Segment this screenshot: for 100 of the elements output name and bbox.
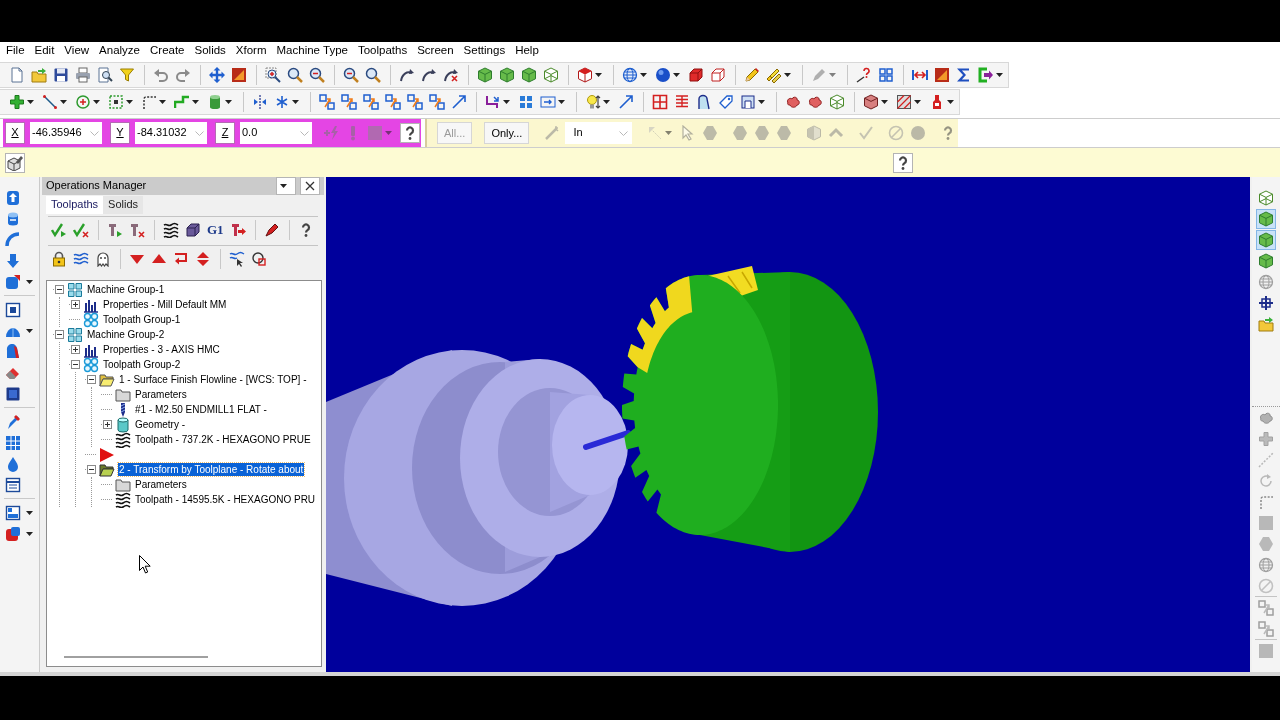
redo-arrow-icon[interactable] <box>175 67 191 83</box>
wireframe-cube-icon[interactable] <box>543 67 559 83</box>
menu-item[interactable]: Toolpaths <box>352 44 413 58</box>
funnel-icon[interactable] <box>119 67 135 83</box>
drop-icon[interactable] <box>5 455 21 472</box>
toolbar-button[interactable]: Only... <box>484 122 530 144</box>
light-bulb-icon[interactable] <box>585 94 601 110</box>
bracket-arrow-icon[interactable] <box>978 67 994 83</box>
box-outline-icon[interactable] <box>710 67 726 83</box>
turn-arrow-icon[interactable] <box>173 251 189 267</box>
wireframe-cube-icon[interactable] <box>829 94 845 110</box>
mode-dropdown[interactable]: In <box>565 122 633 144</box>
padlock-icon[interactable] <box>51 251 67 267</box>
corner-line-icon[interactable] <box>141 94 157 110</box>
diagonal-arrow-icon[interactable] <box>618 94 634 110</box>
tree-item[interactable]: Toolpath - 737.2K - HEXAGONO PRUE <box>134 433 312 446</box>
cube-icon[interactable] <box>1256 208 1276 229</box>
cube-icon[interactable] <box>5 525 21 542</box>
four-arrows-icon[interactable] <box>209 67 225 83</box>
tree-item[interactable]: Properties - Mill Default MM <box>102 298 228 311</box>
globe-icon[interactable] <box>622 67 638 83</box>
caret-icon[interactable] <box>595 73 602 77</box>
help-icon[interactable] <box>893 152 913 173</box>
caret-icon[interactable] <box>914 100 921 104</box>
tree-item[interactable]: #1 - M2.50 ENDMILL1 FLAT - <box>134 403 268 416</box>
caret-icon[interactable] <box>603 100 610 104</box>
help-icon[interactable] <box>400 123 420 143</box>
diagonal-arrow-icon[interactable] <box>451 94 467 110</box>
window-icon[interactable] <box>5 476 21 493</box>
curved-arrow-icon[interactable] <box>399 67 415 83</box>
wireframe-cube-icon[interactable] <box>1258 189 1274 206</box>
caret-icon[interactable] <box>126 100 133 104</box>
menu-item[interactable]: Machine Type <box>271 44 353 58</box>
axis-button[interactable]: Y <box>110 122 130 144</box>
zoom-out-icon[interactable] <box>309 67 325 83</box>
caret-icon[interactable] <box>26 328 33 333</box>
squares-arrow-icon[interactable] <box>341 94 357 110</box>
menu-item[interactable]: Help <box>510 44 544 58</box>
expand-icon[interactable] <box>70 345 80 354</box>
caret-icon[interactable] <box>503 100 510 104</box>
check-play-icon[interactable] <box>51 222 67 238</box>
dotted-square-icon[interactable] <box>108 94 124 110</box>
down-arrow-icon[interactable] <box>5 252 21 269</box>
tab[interactable]: Solids <box>103 195 144 214</box>
splash-icon[interactable] <box>807 94 823 110</box>
close-icon[interactable] <box>305 181 315 191</box>
caret-icon[interactable] <box>279 184 287 188</box>
menu-item[interactable]: Analyze <box>94 44 145 58</box>
curved-arrow-icon[interactable] <box>443 67 459 83</box>
close-button[interactable] <box>300 177 320 195</box>
dotted-arrow-icon[interactable] <box>647 125 664 141</box>
menu-item[interactable]: File <box>1 44 30 58</box>
lines-icon[interactable] <box>674 94 690 110</box>
tree-item[interactable]: Machine Group-2 <box>86 328 166 341</box>
graphics-viewport[interactable] <box>326 177 1250 672</box>
tree-item[interactable]: Machine Group-1 <box>86 283 166 296</box>
menu-item[interactable]: Create <box>145 44 190 58</box>
arch-icon[interactable] <box>696 94 712 110</box>
question-arrow-icon[interactable] <box>856 67 872 83</box>
menu-item[interactable]: Settings <box>458 44 511 58</box>
double-arrow-icon[interactable] <box>912 67 928 83</box>
plus-icon[interactable] <box>9 94 25 110</box>
frame-icon[interactable] <box>740 94 756 110</box>
check-icon[interactable] <box>858 125 875 141</box>
axis-button[interactable]: Z <box>215 122 235 144</box>
tree-item[interactable]: Properties - 3 - AXIS HMC <box>102 343 221 356</box>
cube-icon[interactable] <box>1258 252 1274 269</box>
collapse-icon[interactable] <box>70 360 80 369</box>
caret-icon[interactable] <box>558 100 565 104</box>
toolbar-button[interactable]: G1 <box>207 222 224 238</box>
check-cross-icon[interactable] <box>73 222 89 238</box>
cube-icon[interactable] <box>577 67 593 83</box>
tab[interactable]: Toolpaths <box>46 195 104 214</box>
cube-icon[interactable] <box>1256 229 1276 250</box>
cube-icon[interactable] <box>499 67 515 83</box>
pencil-icon[interactable] <box>744 67 760 83</box>
tree-item[interactable]: Geometry - <box>134 418 186 431</box>
ghost-icon[interactable] <box>95 251 111 267</box>
tree-item[interactable]: Toolpath Group-1 <box>102 313 182 326</box>
tree-item[interactable]: Parameters <box>134 478 188 491</box>
shaded-cube-icon[interactable] <box>863 94 879 110</box>
step-arrow-icon[interactable] <box>485 94 501 110</box>
solid-box-icon[interactable] <box>688 67 704 83</box>
cube-icon[interactable] <box>477 67 493 83</box>
tree-item[interactable]: 1 - Surface Finish Flowline - [WCS: TOP] - <box>118 373 308 386</box>
expand-icon[interactable] <box>70 300 80 309</box>
four-squares-icon[interactable] <box>518 94 534 110</box>
panels-icon[interactable] <box>5 504 21 521</box>
caret-icon[interactable] <box>27 100 34 104</box>
zoom-out-icon[interactable] <box>343 67 359 83</box>
cube-icon[interactable] <box>5 273 21 290</box>
arc-icon[interactable] <box>5 231 21 248</box>
caret-icon[interactable] <box>26 510 33 515</box>
tree-item[interactable]: Toolpath Group-2 <box>102 358 182 371</box>
menu-item[interactable]: Screen <box>412 44 459 58</box>
page-icon[interactable] <box>9 67 25 83</box>
expand-icon[interactable] <box>102 420 112 429</box>
crosshair-icon[interactable] <box>1258 294 1274 311</box>
line-icon[interactable] <box>42 94 58 110</box>
caret-icon[interactable] <box>159 100 166 104</box>
